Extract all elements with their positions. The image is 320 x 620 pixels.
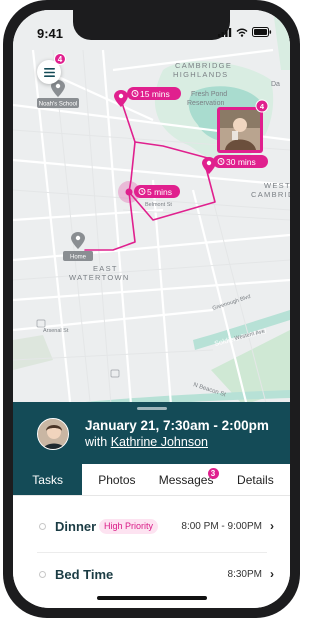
tab-tasks-label: Tasks	[32, 472, 63, 487]
chevron-right-icon[interactable]: ›	[270, 519, 274, 533]
task-time: 8:00 PM - 9:00PM	[181, 520, 262, 532]
map-label-arsenal: Arsenal St	[43, 328, 69, 334]
tab-bar: Tasks Photos Messages 3 Details	[13, 464, 290, 496]
map-label-fresh-pond-1: Fresh Pond	[191, 91, 227, 98]
task-status-dot[interactable]	[39, 570, 46, 578]
map-label-da: Da	[271, 81, 280, 88]
tab-details[interactable]: Details	[221, 464, 290, 495]
phone-frame: CAMBRIDGE HIGHLANDS WEST CAMBRID EAST WA…	[3, 0, 300, 618]
wifi-icon	[236, 28, 248, 37]
time-badge-top-label: 15 mins	[140, 89, 170, 99]
task-row[interactable]: Dinner High Priority 8:00 PM - 9:00PM ›	[13, 510, 290, 542]
photo-thumbnail[interactable]	[217, 107, 263, 153]
status-time: 9:41	[37, 26, 64, 41]
time-badge-top[interactable]: 15 mins	[127, 87, 181, 100]
map-label-cambridge-highlands-2: HIGHLANDS	[173, 70, 228, 79]
task-status-dot[interactable]	[39, 522, 46, 530]
map-label-watertown: WATERTOWN	[69, 273, 130, 282]
place-tag-home-label: Home	[70, 255, 87, 261]
notch	[73, 10, 230, 40]
tab-photos[interactable]: Photos	[82, 464, 151, 495]
time-badge-middle[interactable]: 5 mins	[134, 185, 180, 198]
place-tag-school-label: Noah's School	[39, 102, 78, 108]
map-label-west: WEST	[264, 181, 290, 190]
map-label-fresh-pond-2: Reservation	[187, 100, 224, 107]
map-label-belmont: Belmont St	[145, 202, 172, 208]
task-name: Bed Time	[55, 566, 114, 582]
battery-icon	[252, 27, 272, 37]
screen: CAMBRIDGE HIGHLANDS WEST CAMBRID EAST WA…	[13, 10, 290, 608]
place-tag-home[interactable]: Home	[63, 251, 93, 261]
map-label-east: EAST	[93, 264, 118, 273]
priority-badge: High Priority	[99, 518, 159, 534]
caregiver-link[interactable]: Kathrine Johnson	[111, 435, 208, 449]
tab-photos-label: Photos	[98, 472, 136, 487]
home-indicator[interactable]	[97, 596, 207, 600]
map-label-cambrid: CAMBRID	[251, 190, 290, 199]
tab-messages[interactable]: Messages 3	[152, 464, 221, 495]
messages-badge: 3	[207, 468, 219, 479]
task-row[interactable]: Bed Time 8:30PM ›	[13, 558, 290, 590]
visit-datetime: January 21, 7:30am - 2:00pm	[85, 418, 269, 433]
time-badge-right[interactable]: 30 mins	[213, 155, 268, 168]
status-icons	[218, 25, 272, 39]
menu-badge: 4	[54, 53, 66, 65]
photo-count-badge: 4	[255, 99, 269, 113]
hamburger-icon	[43, 67, 55, 77]
visit-caregiver: with Kathrine Johnson	[85, 435, 208, 449]
task-time: 8:30PM	[227, 568, 262, 580]
time-badge-middle-label: 5 mins	[147, 187, 172, 197]
tab-tasks[interactable]: Tasks	[13, 464, 83, 495]
chevron-right-icon[interactable]: ›	[270, 567, 274, 581]
visit-header[interactable]: January 21, 7:30am - 2:00pm with Kathrin…	[13, 402, 290, 464]
tab-messages-label: Messages	[158, 472, 214, 487]
place-tag-school[interactable]: Noah's School	[37, 98, 79, 108]
tab-details-label: Details	[237, 472, 274, 487]
sheet-grabber[interactable]	[137, 407, 167, 410]
signal-icon	[218, 27, 232, 37]
task-name: Dinner	[55, 518, 97, 534]
bottom-sheet: January 21, 7:30am - 2:00pm with Kathrin…	[13, 402, 290, 608]
time-badge-right-label: 30 mins	[226, 157, 256, 167]
divider	[37, 552, 267, 553]
map-label-cambridge-highlands-1: CAMBRIDGE	[175, 61, 232, 70]
avatar	[37, 418, 69, 450]
with-label: with	[85, 435, 111, 449]
